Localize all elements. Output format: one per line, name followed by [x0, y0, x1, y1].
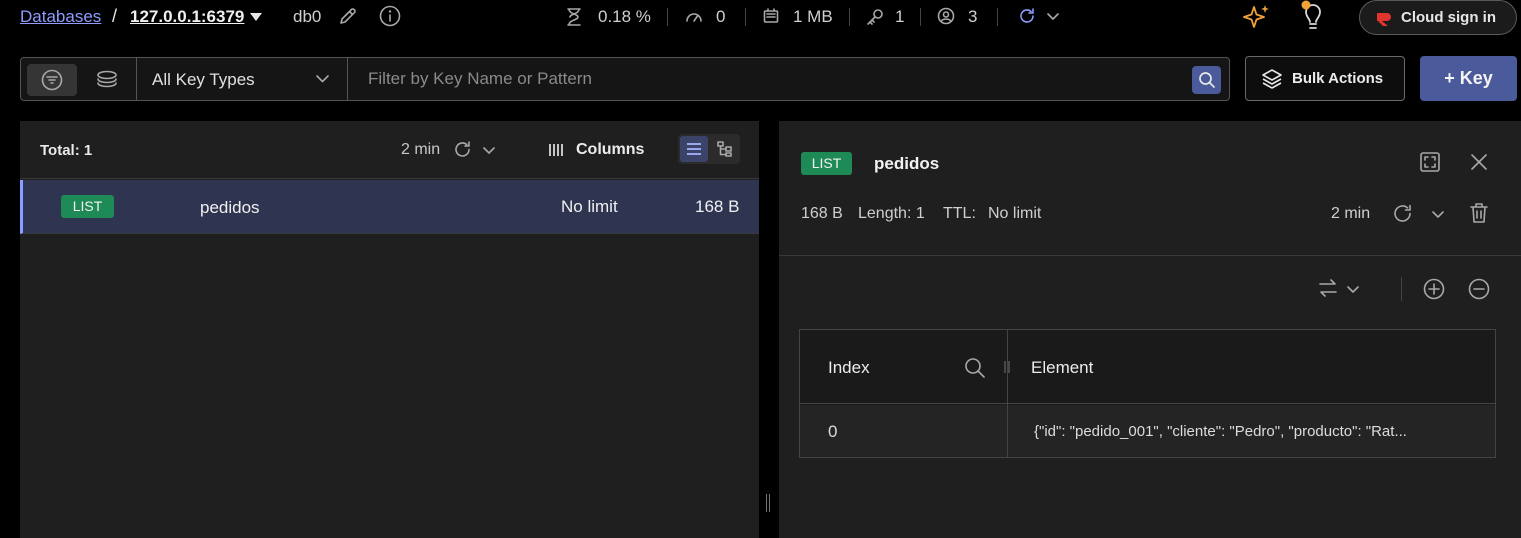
ops-stat: 0 — [716, 7, 726, 26]
toolbar-divider — [1401, 277, 1402, 301]
host-dropdown-icon[interactable] — [250, 13, 262, 21]
stat-divider — [997, 8, 998, 26]
key-row[interactable]: LIST pedidos No limit 168 B — [20, 180, 759, 234]
key-list-panel: Total: 1 2 min Columns LIST pedidos No l… — [20, 121, 759, 538]
key-icon — [866, 8, 884, 26]
cloud-logo-icon — [1376, 10, 1394, 26]
lightbulb-icon[interactable] — [1299, 0, 1329, 32]
chevron-down-icon[interactable] — [1047, 13, 1059, 21]
last-refresh-time: 2 min — [401, 141, 441, 158]
sparkles-icon[interactable] — [1242, 3, 1272, 31]
add-key-label: + Key — [1444, 68, 1493, 88]
add-key-button[interactable]: + Key — [1420, 56, 1517, 101]
search-button[interactable] — [1192, 66, 1221, 94]
stat-divider — [667, 8, 668, 26]
key-filter-input[interactable] — [348, 58, 1188, 100]
key-ttl: No limit — [561, 197, 618, 216]
stat-divider — [849, 8, 850, 26]
plus-circle-icon[interactable] — [1423, 278, 1445, 300]
columns-icon[interactable] — [548, 142, 564, 158]
top-bar: Databases / 127.0.0.1:6379 db0 0.18 % 0 … — [0, 0, 1521, 36]
key-size: 168 B — [695, 197, 740, 216]
tree-view-icon — [717, 141, 733, 157]
chevron-down-icon[interactable] — [483, 147, 495, 155]
db-name: db0 — [293, 7, 322, 26]
list-view-icon — [686, 142, 702, 156]
stat-divider — [745, 8, 746, 26]
element-value[interactable]: {"id": "pedido_001", "cliente": "Pedro",… — [1034, 423, 1474, 440]
details-size: 168 B — [801, 205, 843, 222]
chevron-down-icon[interactable] — [1432, 211, 1444, 219]
bulk-actions-button[interactable]: Bulk Actions — [1245, 56, 1405, 101]
details-refresh-time: 2 min — [1331, 205, 1371, 222]
column-divider — [1007, 330, 1008, 457]
trash-icon[interactable] — [1469, 202, 1489, 224]
stat-divider — [920, 8, 921, 26]
databases-link[interactable]: Databases — [20, 7, 101, 27]
stack-icon — [1261, 68, 1283, 90]
filter-mode-button[interactable] — [27, 64, 77, 96]
details-key-name[interactable]: pedidos — [874, 154, 939, 174]
refresh-icon[interactable] — [453, 140, 472, 159]
key-filter-bar: All Key Types — [20, 57, 1230, 101]
refresh-icon[interactable] — [1018, 7, 1036, 25]
chevron-down-icon — [316, 75, 329, 83]
column-header-index: Index — [828, 358, 870, 377]
search-icon — [1198, 71, 1216, 89]
cpu-icon — [566, 8, 582, 26]
database-host-link[interactable]: 127.0.0.1:6379 — [130, 7, 244, 27]
key-type-value: All Key Types — [152, 70, 255, 89]
table-header: Index Element — [800, 330, 1495, 404]
minus-circle-icon[interactable] — [1468, 278, 1490, 300]
details-ttl-value[interactable]: No limit — [988, 205, 1041, 223]
cpu-stat: 0.18 % — [598, 7, 651, 26]
details-length: Length: 1 — [858, 205, 925, 222]
memory-icon — [763, 8, 779, 24]
key-type-select[interactable]: All Key Types — [137, 58, 347, 100]
key-name: pedidos — [200, 198, 260, 217]
memory-stat: 1 MB — [793, 7, 833, 26]
info-icon[interactable] — [379, 5, 401, 27]
key-type-badge: LIST — [61, 195, 114, 218]
total-keys: Total: 1 — [40, 142, 93, 159]
key-details-panel: LIST pedidos 168 B Length: 1 TTL: No lim… — [779, 121, 1521, 538]
breadcrumb-separator: / — [112, 6, 118, 26]
fullscreen-icon[interactable] — [1420, 152, 1440, 172]
chevron-down-icon[interactable] — [1347, 286, 1359, 294]
column-header-element: Element — [1031, 358, 1094, 377]
cloud-sign-in-label: Cloud sign in — [1401, 9, 1496, 26]
keys-stat: 1 — [895, 7, 905, 26]
view-toggle — [678, 134, 740, 164]
clients-stat: 3 — [968, 7, 978, 26]
details-divider — [779, 255, 1521, 256]
search-mode-button[interactable] — [87, 64, 127, 96]
columns-button[interactable]: Columns — [576, 141, 644, 159]
speedometer-icon — [685, 9, 703, 23]
list-elements-table: Index Element 0 {"id": "pedido_001", "cl… — [799, 329, 1496, 458]
key-list-header: Total: 1 2 min Columns — [20, 121, 759, 179]
cloud-sign-in-button[interactable]: Cloud sign in — [1359, 0, 1517, 35]
bulk-actions-label: Bulk Actions — [1292, 70, 1384, 87]
filter-icon — [41, 69, 63, 91]
swap-icon[interactable] — [1318, 278, 1338, 298]
list-view-button[interactable] — [680, 136, 708, 162]
search-icon[interactable] — [964, 357, 986, 379]
tree-view-button[interactable] — [710, 136, 738, 162]
close-icon[interactable] — [1470, 153, 1488, 171]
pencil-icon[interactable] — [338, 6, 358, 26]
panel-resize-handle[interactable] — [766, 494, 772, 512]
refresh-icon[interactable] — [1392, 203, 1413, 224]
details-type-badge: LIST — [801, 152, 852, 175]
details-ttl-label: TTL: — [943, 205, 976, 222]
layers-icon — [96, 70, 118, 88]
users-icon — [937, 7, 955, 25]
element-index: 0 — [828, 422, 838, 441]
